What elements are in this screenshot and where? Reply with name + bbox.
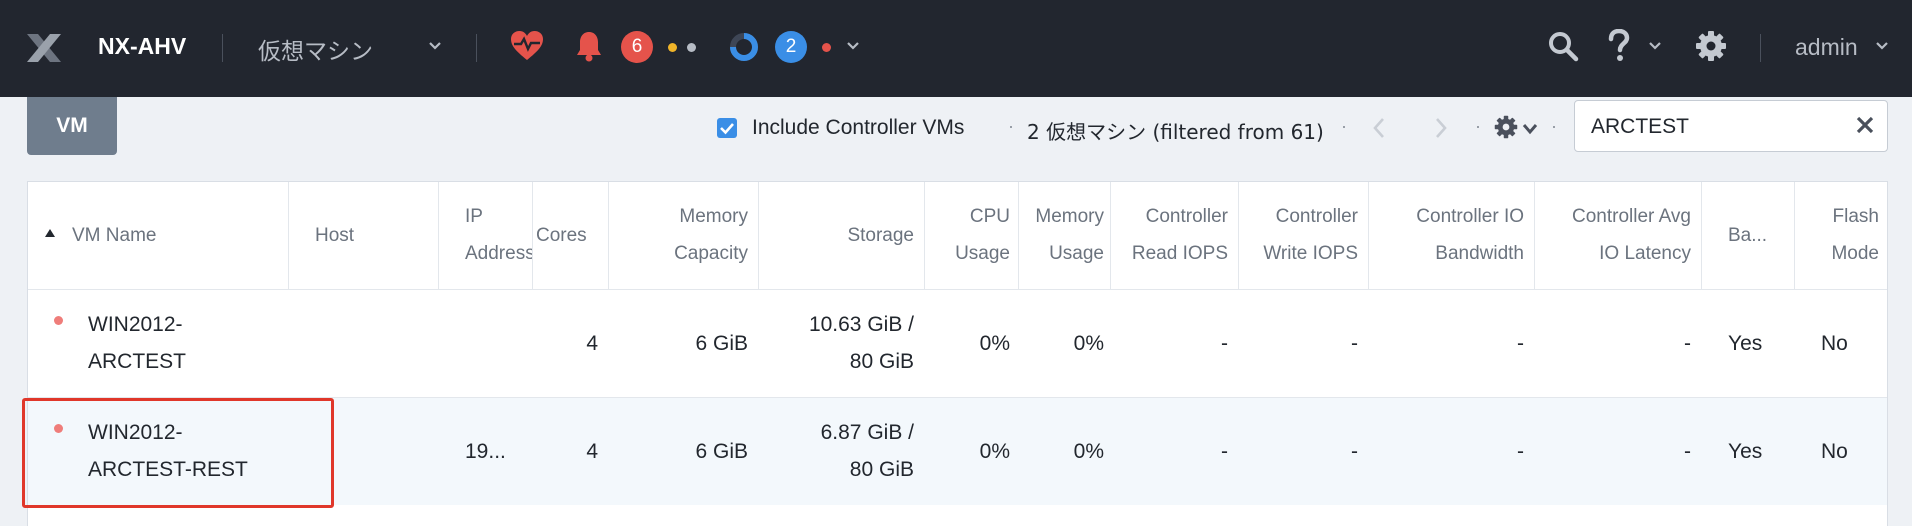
chevron-down-icon[interactable] [428,41,442,51]
failed-task-dot [822,43,831,52]
vm-read-iops: - [1221,440,1228,463]
vm-memory: 6 GiB [695,440,748,463]
vm-cpu-usage: 0% [979,332,1010,355]
divider [222,34,223,62]
vm-status-dot [54,316,63,325]
header-storage[interactable]: Storage [758,217,914,254]
header-memory-capacity[interactable]: Memory Capacity [608,198,748,272]
health-heart-icon[interactable] [510,30,544,62]
header-cores[interactable]: Cores [536,217,587,254]
header-controller-write-iops[interactable]: Controller Write IOPS [1238,198,1358,272]
vm-storage: 10.63 GiB / 80 GiB [808,313,914,373]
separator-dot: · [1475,116,1481,136]
user-menu[interactable]: admin [1795,34,1858,61]
vm-write-iops: - [1351,332,1358,355]
entity-selector[interactable]: 仮想マシン [258,32,373,66]
top-navigation-bar: NX-AHV 仮想マシン 6 2 admin [0,0,1912,97]
header-controller-avg-io-latency[interactable]: Controller Avg IO Latency [1534,198,1691,272]
search-input[interactable] [1591,113,1841,141]
bell-icon[interactable] [575,30,603,62]
header-ip-address[interactable]: IP Address [465,198,532,272]
next-page-icon[interactable] [1434,116,1448,140]
search-icon[interactable] [1547,30,1579,62]
header-host[interactable]: Host [315,217,354,254]
vm-backup: Yes [1728,440,1763,463]
vm-backup: Yes [1728,332,1763,355]
divider [476,34,477,62]
vm-cores: 4 [586,440,598,463]
include-controller-vms-label[interactable]: Include Controller VMs [752,116,964,140]
header-backup[interactable]: Ba... [1728,217,1767,254]
cluster-name[interactable]: NX-AHV [98,33,186,60]
vm-cpu-usage: 0% [979,440,1010,463]
header-vm-name[interactable]: VM Name [72,217,156,254]
header-controller-io-bandwidth[interactable]: Controller IO Bandwidth [1368,198,1524,272]
header-cpu-usage[interactable]: CPU Usage [924,198,1010,272]
vm-write-iops: - [1351,440,1358,463]
vm-name[interactable]: WIN2012- ARCTEST [88,306,186,380]
table-settings-gear-icon[interactable] [1494,115,1518,139]
tasks-count-badge[interactable]: 2 [775,31,807,63]
sort-ascending-icon[interactable] [45,229,55,237]
search-box[interactable] [1574,100,1888,152]
separator-dot: · [1008,116,1014,136]
divider [1760,34,1761,62]
vm-io-bandwidth: - [1517,440,1524,463]
vm-io-bandwidth: - [1517,332,1524,355]
chevron-down-icon[interactable] [1522,123,1538,135]
vm-count-text: 2 仮想マシン (filtered from 61) [1027,120,1324,144]
warning-dot [668,43,677,52]
header-memory-usage[interactable]: Memory Usage [1018,198,1104,272]
vm-memory: 6 GiB [695,332,748,355]
alerts-count-badge[interactable]: 6 [621,31,653,63]
chevron-down-icon[interactable] [846,41,860,51]
vm-io-latency: - [1684,440,1691,463]
help-icon[interactable] [1607,29,1631,63]
chevron-down-icon[interactable] [1875,41,1889,51]
vm-io-latency: - [1684,332,1691,355]
clear-search-icon[interactable] [1855,115,1875,135]
highlight-box [22,398,334,508]
chevron-down-icon[interactable] [1648,41,1662,51]
gear-icon[interactable] [1695,30,1727,62]
vm-storage: 6.87 GiB / 80 GiB [820,421,914,481]
vm-cores: 4 [586,332,598,355]
vm-memory-usage: 0% [1073,332,1104,355]
vm-ip: 19... [465,440,506,463]
nutanix-logo-icon[interactable] [24,28,64,68]
vm-view-tab[interactable]: VM [27,97,117,155]
include-controller-vms-checkbox[interactable] [717,118,737,138]
tasks-progress-icon[interactable] [728,31,760,63]
vm-flash-mode: No [1821,332,1848,355]
vm-memory-usage: 0% [1073,440,1104,463]
info-dot [687,43,696,52]
table-row[interactable]: WIN2012- ARCTEST 4 6 GiB 10.63 GiB / 80 … [28,289,1887,397]
vm-flash-mode: No [1821,440,1848,463]
checkmark-icon [720,123,734,135]
header-controller-read-iops[interactable]: Controller Read IOPS [1110,198,1228,272]
previous-page-icon[interactable] [1372,116,1386,140]
separator-dot: · [1341,116,1347,136]
header-flash-mode[interactable]: Flash Mode [1794,198,1879,272]
separator-dot: · [1551,116,1557,136]
vm-read-iops: - [1221,332,1228,355]
